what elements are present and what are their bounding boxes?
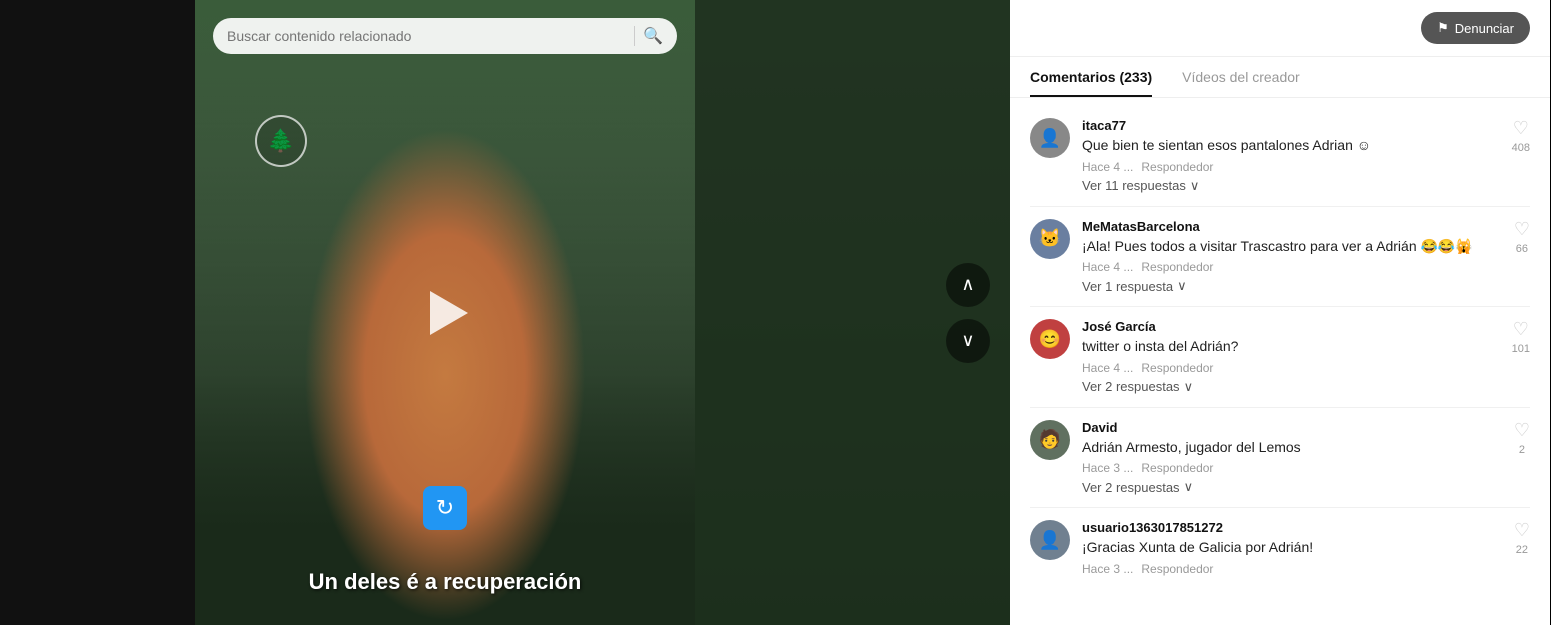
list-item: 👤 usuario1363017851272 ¡Gracias Xunta de… (1010, 508, 1550, 592)
comment-username: David (1082, 420, 1502, 435)
comment-meta: Hace 4 ... Respondedor (1082, 361, 1500, 375)
like-area: ♡ 2 (1514, 420, 1530, 456)
comment-body: José García twitter o insta del Adrián? … (1082, 319, 1500, 395)
play-triangle-icon (430, 291, 468, 335)
comment-text: twitter o insta del Adrián? (1082, 337, 1500, 357)
comment-replies[interactable]: Ver 11 respuestas ∨ (1082, 178, 1500, 194)
comment-time: Hace 4 ... (1082, 160, 1133, 174)
comment-replies[interactable]: Ver 2 respuestas ∨ (1082, 379, 1500, 395)
play-button[interactable] (415, 283, 475, 343)
like-area: ♡ 22 (1514, 520, 1530, 556)
left-panel (0, 0, 195, 625)
list-item: 👤 itaca77 Que bien te sientan esos panta… (1010, 106, 1550, 206)
video-subtitle: Un deles é a recuperación (195, 569, 695, 595)
comment-username: usuario1363017851272 (1082, 520, 1502, 535)
chevron-down-icon: ∨ (1190, 178, 1200, 194)
tree-icon: 🌲 (255, 115, 307, 167)
comment-replies[interactable]: Ver 1 respuesta ∨ (1082, 278, 1502, 294)
comment-meta: Hace 3 ... Respondedor (1082, 461, 1502, 475)
comment-body: itaca77 Que bien te sientan esos pantalo… (1082, 118, 1500, 194)
tab-comments[interactable]: Comentarios (233) (1030, 57, 1152, 97)
comment-text: ¡Ala! Pues todos a visitar Trascastro pa… (1082, 237, 1502, 257)
comment-time: Hace 4 ... (1082, 260, 1133, 274)
like-count: 408 (1512, 142, 1530, 154)
avatar: 👤 (1030, 118, 1070, 158)
comment-responder[interactable]: Respondedor (1141, 160, 1213, 174)
search-input[interactable] (227, 28, 626, 44)
chevron-down-icon: ∨ (1184, 479, 1194, 495)
tab-creator-videos[interactable]: Vídeos del creador (1182, 57, 1300, 97)
chevron-down-icon: ∨ (1177, 278, 1187, 294)
report-button[interactable]: ⚑ Denunciar (1421, 12, 1530, 44)
like-area: ♡ 101 (1512, 319, 1530, 355)
avatar: 🐱 (1030, 219, 1070, 259)
list-item: 🐱 MeMatasBarcelona ¡Ala! Pues todos a vi… (1010, 207, 1550, 307)
comment-meta: Hace 3 ... Respondedor (1082, 562, 1502, 576)
right-video-bg: ∧ ∨ (695, 0, 1010, 625)
comment-responder[interactable]: Respondedor (1141, 361, 1213, 375)
replay-button[interactable]: ↻ (423, 486, 467, 530)
avatar: 😊 (1030, 319, 1070, 359)
nav-down-button[interactable]: ∨ (946, 319, 990, 363)
nav-arrows: ∧ ∨ (946, 263, 990, 363)
heart-icon[interactable]: ♡ (1513, 118, 1529, 139)
heart-icon[interactable]: ♡ (1513, 319, 1529, 340)
avatar: 👤 (1030, 520, 1070, 560)
comment-time: Hace 3 ... (1082, 461, 1133, 475)
comment-time: Hace 3 ... (1082, 562, 1133, 576)
heart-icon[interactable]: ♡ (1514, 219, 1530, 240)
comment-body: David Adrián Armesto, jugador del Lemos … (1082, 420, 1502, 496)
comment-username: José García (1082, 319, 1500, 334)
tabs-row: Comentarios (233) Vídeos del creador (1010, 57, 1550, 98)
chevron-down-icon: ∨ (1184, 379, 1194, 395)
like-area: ♡ 66 (1514, 219, 1530, 255)
comment-body: MeMatasBarcelona ¡Ala! Pues todos a visi… (1082, 219, 1502, 295)
list-item: 😊 José García twitter o insta del Adrián… (1010, 307, 1550, 407)
comment-text: Que bien te sientan esos pantalones Adri… (1082, 136, 1500, 156)
video-container: 🔍 🌲 ↻ Un deles é a recuperación (195, 0, 695, 625)
comment-time: Hace 4 ... (1082, 361, 1133, 375)
comment-replies[interactable]: Ver 2 respuestas ∨ (1082, 479, 1502, 495)
like-count: 101 (1512, 343, 1530, 355)
heart-icon[interactable]: ♡ (1514, 520, 1530, 541)
comments-panel: ⚑ Denunciar Comentarios (233) Vídeos del… (1010, 0, 1550, 625)
comment-responder[interactable]: Respondedor (1141, 260, 1213, 274)
comment-body: usuario1363017851272 ¡Gracias Xunta de G… (1082, 520, 1502, 580)
nav-up-button[interactable]: ∧ (946, 263, 990, 307)
like-count: 2 (1519, 444, 1525, 456)
comments-list: 👤 itaca77 Que bien te sientan esos panta… (1010, 98, 1550, 625)
search-bar: 🔍 (213, 18, 677, 54)
like-count: 66 (1516, 243, 1528, 255)
like-area: ♡ 408 (1512, 118, 1530, 154)
flag-icon: ⚑ (1437, 20, 1449, 36)
comment-meta: Hace 4 ... Respondedor (1082, 260, 1502, 274)
report-label: Denunciar (1455, 21, 1514, 36)
comment-responder[interactable]: Respondedor (1141, 562, 1213, 576)
comment-text: Adrián Armesto, jugador del Lemos (1082, 438, 1502, 458)
comment-responder[interactable]: Respondedor (1141, 461, 1213, 475)
heart-icon[interactable]: ♡ (1514, 420, 1530, 441)
comment-username: itaca77 (1082, 118, 1500, 133)
comment-username: MeMatasBarcelona (1082, 219, 1502, 234)
like-count: 22 (1516, 544, 1528, 556)
comments-header: ⚑ Denunciar (1010, 0, 1550, 57)
comment-text: ¡Gracias Xunta de Galicia por Adrián! (1082, 538, 1502, 558)
search-button[interactable]: 🔍 (634, 26, 663, 46)
avatar: 🧑 (1030, 420, 1070, 460)
list-item: 🧑 David Adrián Armesto, jugador del Lemo… (1010, 408, 1550, 508)
comment-meta: Hace 4 ... Respondedor (1082, 160, 1500, 174)
